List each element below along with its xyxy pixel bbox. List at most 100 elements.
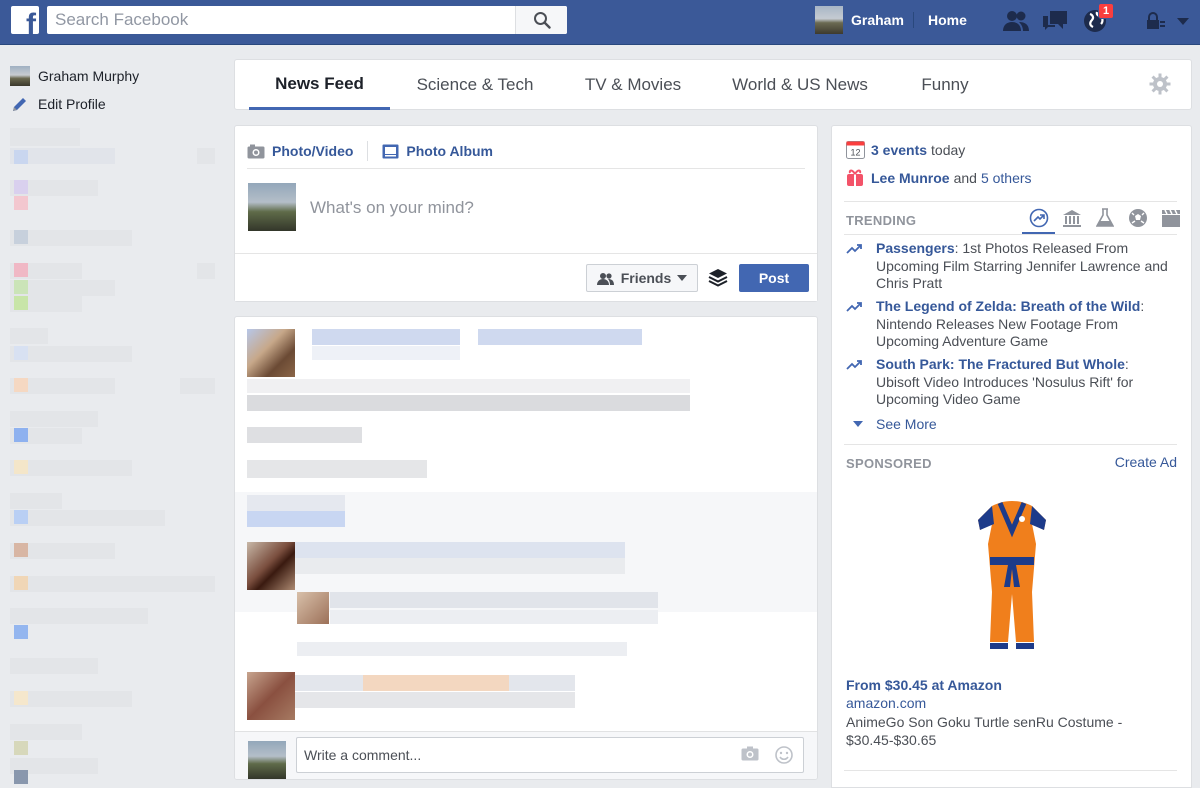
birthday-and: and xyxy=(953,169,977,186)
composer-footer: Friends Post xyxy=(235,253,817,301)
trending-arrow-icon xyxy=(846,302,862,312)
composer-tabs: Photo/Video Photo Album xyxy=(247,134,493,168)
tab-science-tech[interactable]: Science & Tech xyxy=(405,60,545,110)
calendar-icon: 12 xyxy=(846,141,865,159)
friend-requests-button[interactable] xyxy=(1001,8,1031,34)
tab-funny[interactable]: Funny xyxy=(907,60,983,110)
divider xyxy=(247,168,805,169)
camera-icon xyxy=(247,144,265,158)
ad-domain[interactable]: amazon.com xyxy=(846,695,926,711)
chevron-down-icon xyxy=(853,421,863,427)
trending-politics-button[interactable] xyxy=(1055,208,1088,234)
ad-title[interactable]: From $30.45 at Amazon xyxy=(846,677,1002,693)
government-icon xyxy=(1062,210,1081,227)
trending-arrow-icon xyxy=(846,244,862,254)
divider xyxy=(844,234,1177,235)
messages-icon xyxy=(1043,11,1067,30)
divider xyxy=(844,444,1177,445)
trending-science-button[interactable] xyxy=(1088,208,1121,234)
birthday-others-link[interactable]: 5 others xyxy=(981,170,1032,186)
right-sidebar: 12 3 events today Lee Munroe and 5 other… xyxy=(831,125,1192,788)
top-navigation-bar: f Graham Home 1 xyxy=(0,0,1200,45)
trending-entertainment-button[interactable] xyxy=(1154,208,1187,234)
trending-title[interactable]: South Park: The Fractured But Whole xyxy=(876,356,1125,372)
photo-video-button[interactable]: Photo/Video xyxy=(247,143,353,159)
comment-field xyxy=(296,737,804,773)
sidebar-item-label: Edit Profile xyxy=(38,96,106,112)
tab-settings-button[interactable] xyxy=(1149,73,1171,100)
friends-icon xyxy=(596,272,614,285)
birthday-reminder[interactable]: Lee Munroe and 5 others xyxy=(846,168,1032,187)
trending-category-icons xyxy=(1022,208,1187,234)
search-button[interactable] xyxy=(515,6,567,34)
ad-description: AnimeGo Son Goku Turtle senRu Costume - … xyxy=(846,714,1123,748)
avatar xyxy=(10,66,30,86)
chevron-down-icon xyxy=(677,275,688,281)
trending-arrow-circle-icon xyxy=(1029,208,1048,228)
tab-tv-movies[interactable]: TV & Movies xyxy=(573,60,693,110)
sidebar-item-edit-profile[interactable]: Edit Profile xyxy=(10,90,220,118)
soccer-ball-icon xyxy=(1128,209,1147,227)
post-button[interactable]: Post xyxy=(739,264,809,292)
trending-sports-button[interactable] xyxy=(1121,208,1154,234)
audience-selector[interactable]: Friends xyxy=(586,264,698,292)
divider xyxy=(913,12,914,28)
avatar xyxy=(248,183,296,231)
divider xyxy=(367,141,369,161)
create-ad-link[interactable]: Create Ad xyxy=(1115,454,1177,470)
trending-title[interactable]: Passengers xyxy=(876,240,955,256)
see-more-label: See More xyxy=(876,416,937,432)
svg-text:12: 12 xyxy=(850,148,860,158)
divider xyxy=(844,770,1177,771)
photo-album-button[interactable]: Photo Album xyxy=(382,143,493,159)
feed-story xyxy=(234,316,818,780)
flask-icon xyxy=(1095,208,1114,227)
trending-top-button[interactable] xyxy=(1022,208,1055,234)
ad-image[interactable] xyxy=(972,491,1052,656)
comment-composer xyxy=(235,731,817,779)
account-menu-button[interactable] xyxy=(1171,8,1195,34)
share-options-button[interactable] xyxy=(708,268,728,292)
attach-photo-button[interactable] xyxy=(741,746,759,766)
profile-link[interactable]: Graham xyxy=(815,6,904,34)
tab-world-us-news[interactable]: World & US News xyxy=(725,60,875,110)
search-icon xyxy=(533,12,551,29)
blurred-sidebar-content xyxy=(10,128,215,788)
trending-item[interactable]: South Park: The Fractured But Whole: Ubi… xyxy=(846,356,1176,409)
birthday-name[interactable]: Lee Munroe xyxy=(871,170,950,186)
audience-label: Friends xyxy=(620,270,672,286)
costume-image xyxy=(978,501,1046,649)
divider xyxy=(844,201,1177,202)
photo-video-label: Photo/Video xyxy=(272,143,354,159)
trending-item[interactable]: Passengers: 1st Photos Released From Upc… xyxy=(846,240,1176,293)
chevron-down-icon xyxy=(1177,18,1189,25)
avatar xyxy=(815,6,843,34)
clapperboard-icon xyxy=(1161,209,1180,227)
trending-item[interactable]: The Legend of Zelda: Breath of the Wild:… xyxy=(846,298,1176,351)
messages-button[interactable] xyxy=(1040,8,1070,34)
events-count[interactable]: 3 events xyxy=(871,142,927,158)
comment-input[interactable] xyxy=(297,738,717,772)
sidebar-item-label: Graham Murphy xyxy=(38,68,140,84)
events-reminder[interactable]: 12 3 events today xyxy=(846,140,965,159)
trending-title[interactable]: The Legend of Zelda: Breath of the Wild xyxy=(876,298,1140,314)
facebook-logo[interactable]: f xyxy=(11,6,39,34)
sidebar-item-profile[interactable]: Graham Murphy xyxy=(10,62,220,90)
gear-icon xyxy=(1149,73,1171,95)
search-bar xyxy=(47,6,567,34)
friend-requests-icon xyxy=(1003,11,1029,31)
status-input[interactable]: What's on your mind? xyxy=(310,198,474,218)
home-link[interactable]: Home xyxy=(928,12,967,28)
events-suffix: today xyxy=(931,141,966,158)
left-sidebar: Graham Murphy Edit Profile xyxy=(10,62,220,118)
see-more-link[interactable]: See More xyxy=(846,416,937,432)
layers-icon xyxy=(708,269,728,287)
emoji-button[interactable] xyxy=(775,746,793,769)
avatar xyxy=(248,741,286,779)
search-input[interactable] xyxy=(47,6,515,34)
trending-arrow-icon xyxy=(846,360,862,370)
tab-news-feed[interactable]: News Feed xyxy=(249,60,390,110)
smiley-icon xyxy=(775,746,793,764)
privacy-shortcuts-button[interactable] xyxy=(1143,8,1167,34)
camera-icon xyxy=(741,746,759,761)
